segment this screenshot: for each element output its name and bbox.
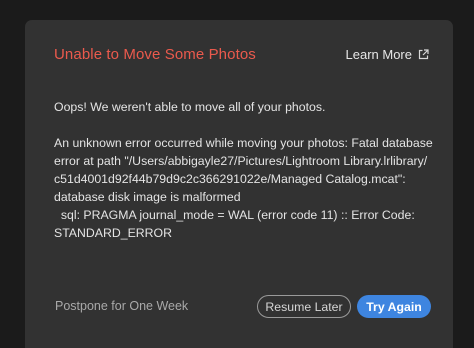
dialog-title: Unable to Move Some Photos	[54, 46, 256, 63]
message-intro: Oops! We weren't able to move all of you…	[54, 100, 326, 114]
external-link-icon	[418, 49, 429, 60]
resume-later-button[interactable]: Resume Later	[257, 295, 351, 318]
postpone-button[interactable]: Postpone for One Week	[55, 299, 188, 313]
message-detail: An unknown error occurred while moving y…	[54, 136, 433, 240]
learn-more-label: Learn More	[345, 47, 412, 62]
dialog-message: Oops! We weren't able to move all of you…	[54, 98, 434, 242]
error-dialog: Unable to Move Some Photos Learn More Oo…	[25, 20, 453, 348]
try-again-button[interactable]: Try Again	[357, 295, 431, 318]
learn-more-link[interactable]: Learn More	[346, 47, 429, 62]
